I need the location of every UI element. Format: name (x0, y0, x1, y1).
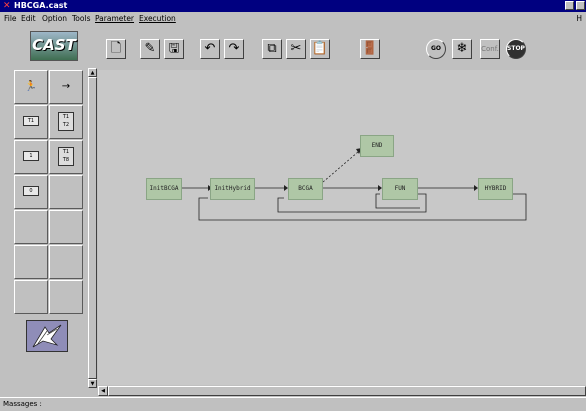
logo-text: CAST (32, 36, 76, 54)
horizontal-scroll-thumb[interactable] (108, 386, 586, 396)
messages-label: Massages : (3, 400, 42, 408)
window-title: HBCGA.cast (14, 1, 68, 10)
task-t1-t2-icon: T1 T2 (58, 111, 74, 131)
diagram-canvas[interactable]: InitBCGA InitHybrid BCGA END FUN HYBRID (98, 70, 586, 385)
menu-option[interactable]: Option (42, 12, 67, 25)
task-t1-icon: T1 (23, 116, 39, 126)
undo-button[interactable]: ↶ (200, 39, 220, 59)
menu-parameter[interactable]: Parameter (95, 12, 134, 25)
task-1-tool[interactable]: 1 (14, 140, 48, 174)
node-bcga[interactable]: BCGA (288, 178, 323, 200)
palette-slot[interactable] (49, 210, 83, 244)
scroll-left-icon[interactable]: ◀ (98, 386, 108, 396)
task-0-icon: 0 (23, 186, 39, 196)
menu-bar: File Edit Option Tools Parameter Executi… (0, 12, 586, 25)
menu-file[interactable]: File (4, 12, 17, 25)
vertical-scrollbar[interactable]: ▲ ▼ (88, 68, 97, 388)
diagram-connections (182, 148, 527, 221)
arrow-tool[interactable]: → (49, 70, 83, 104)
exit-button[interactable]: 🚪 (360, 39, 380, 59)
component-palette: 🏃 → T1 T1 T2 1 T1 T8 0 (14, 70, 84, 315)
node-end[interactable]: END (360, 135, 394, 157)
task-t1-t8-icon: T1 T8 (58, 146, 74, 166)
app-icon: ✕ (3, 1, 11, 11)
menu-edit[interactable]: Edit (21, 12, 36, 25)
maximize-button[interactable] (576, 1, 585, 10)
bird-logo (26, 320, 68, 352)
task-0-tool[interactable]: 0 (14, 175, 48, 209)
arrow-right-icon: → (61, 81, 71, 92)
stop-label: STOP (507, 45, 525, 52)
node-hybrid[interactable]: HYBRID (478, 178, 513, 200)
save-button[interactable]: 🖫 (164, 39, 184, 59)
new-file-button[interactable]: 🗋 (106, 39, 126, 59)
conf-label: Conf. (481, 45, 499, 53)
palette-slot[interactable] (49, 280, 83, 314)
palette-slot[interactable] (49, 175, 83, 209)
palette-slot[interactable] (14, 280, 48, 314)
edit-button[interactable]: ✎ (140, 39, 160, 59)
palette-slot[interactable] (14, 245, 48, 279)
go-button[interactable]: GO (426, 39, 446, 59)
task-t1-t8-tool[interactable]: T1 T8 (49, 140, 83, 174)
toolbar: CAST 🗋 ✎ 🖫 ↶ ↷ ⧉ ✂ 📋 🚪 GO ❄ Conf. STOP (0, 25, 586, 67)
task-1-icon: 1 (23, 151, 39, 161)
node-inithybrid[interactable]: InitHybrid (210, 178, 255, 200)
cut-button[interactable]: ✂ (286, 39, 306, 59)
menu-execution[interactable]: Execution (139, 12, 176, 25)
scroll-up-icon[interactable]: ▲ (88, 68, 97, 77)
palette-slot[interactable] (49, 245, 83, 279)
title-bar: ✕ HBCGA.cast (0, 0, 586, 12)
task-t1-t2-tool[interactable]: T1 T2 (49, 105, 83, 139)
stop-button[interactable]: STOP (506, 39, 526, 59)
spray-icon[interactable]: ❄ (452, 39, 472, 59)
menu-tools[interactable]: Tools (72, 12, 90, 25)
vertical-scroll-thumb[interactable] (88, 77, 97, 379)
go-label: GO (430, 45, 442, 52)
conf-button[interactable]: Conf. (480, 39, 500, 59)
redo-button[interactable]: ↷ (224, 39, 244, 59)
status-bar: Massages : (0, 397, 586, 411)
task-t1-tool[interactable]: T1 (14, 105, 48, 139)
horizontal-scrollbar[interactable]: ◀ (98, 386, 586, 396)
menu-help[interactable]: H (576, 12, 582, 25)
scroll-down-icon[interactable]: ▼ (88, 379, 97, 388)
node-initbcga[interactable]: InitBCGA (146, 178, 182, 200)
runner-tool[interactable]: 🏃 (14, 70, 48, 104)
paste-button[interactable]: 📋 (310, 39, 330, 59)
palette-slot[interactable] (14, 210, 48, 244)
cast-logo: CAST (30, 31, 78, 61)
copy-button[interactable]: ⧉ (262, 39, 282, 59)
node-fun[interactable]: FUN (382, 178, 418, 200)
runner-icon: 🏃 (24, 81, 38, 92)
minimize-button[interactable] (565, 1, 574, 10)
